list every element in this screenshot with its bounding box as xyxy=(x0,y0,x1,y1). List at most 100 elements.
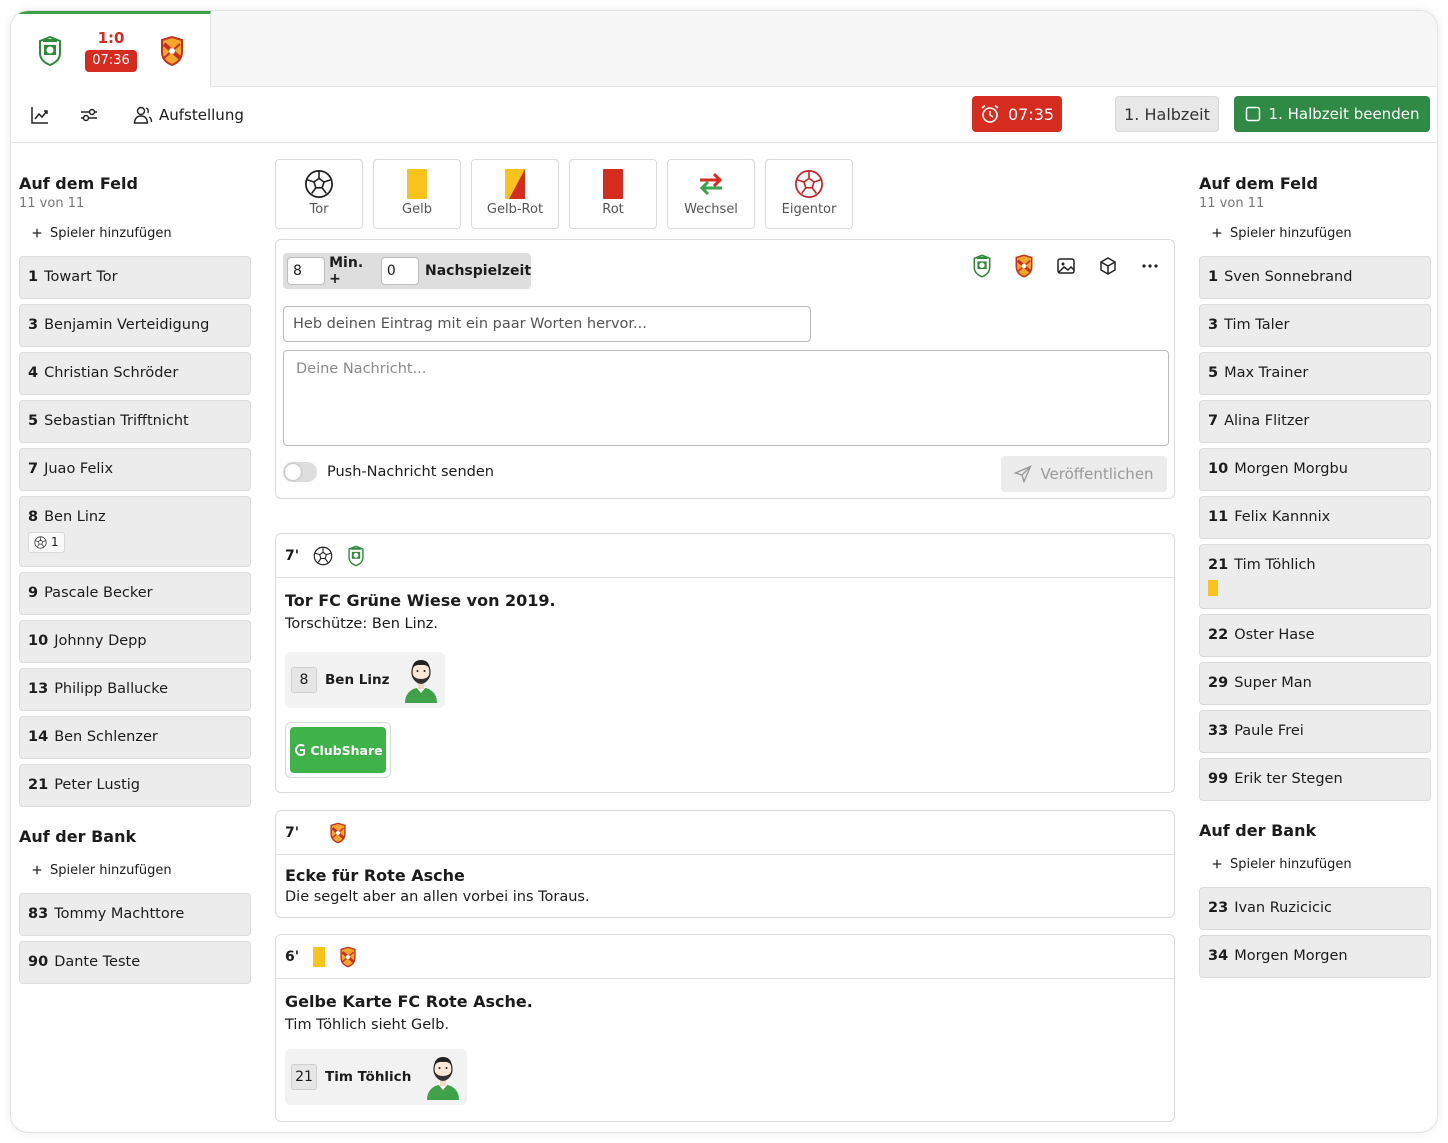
plus-icon xyxy=(1211,227,1223,239)
ball-icon xyxy=(34,536,47,549)
event-type-yellow-button[interactable]: Gelb xyxy=(373,159,461,229)
home-add-player-button[interactable]: Spieler hinzufügen xyxy=(19,223,251,243)
player-card[interactable]: 5 Sebastian Trifftnicht xyxy=(19,400,251,443)
player-number: 29 xyxy=(1208,675,1229,691)
event-type-red-button[interactable]: Rot xyxy=(569,159,657,229)
away-bench-add-player-button[interactable]: Spieler hinzufügen xyxy=(1199,854,1431,874)
event-type-substitution-button[interactable]: Wechsel xyxy=(667,159,755,229)
message-textarea[interactable]: Deine Nachricht... xyxy=(283,350,1169,446)
player-number: 7 xyxy=(1208,413,1219,429)
player-card[interactable]: 23 Ivan Ruzicicic xyxy=(1199,887,1431,930)
player-card[interactable]: 83 Tommy Machttore xyxy=(19,893,251,936)
player-card[interactable]: 10 Johnny Depp xyxy=(19,620,251,663)
match-clock-button[interactable]: 07:35 xyxy=(972,96,1062,132)
extra-time-input[interactable]: 0 xyxy=(380,257,419,285)
player-card[interactable]: 1 Sven Sonnebrand xyxy=(1199,256,1431,299)
away-add-player-button[interactable]: Spieler hinzufügen xyxy=(1199,223,1431,243)
event-type-yellow-red-button[interactable]: Gelb-Rot xyxy=(471,159,559,229)
goal-count: 1 xyxy=(51,535,59,549)
home-bench-add-player-button[interactable]: Spieler hinzufügen xyxy=(19,860,251,880)
player-card[interactable]: 8 Ben Linz 1 xyxy=(19,496,251,567)
player-card[interactable]: 5 Max Trainer xyxy=(1199,352,1431,395)
event-body: Ecke für Rote Asche Die segelt aber an a… xyxy=(276,855,1174,920)
player-name: Sven Sonnebrand xyxy=(1224,269,1353,285)
extra-time-label: Nachspielzeit xyxy=(425,263,532,279)
player-name: Erik ter Stegen xyxy=(1234,771,1343,787)
player-card[interactable]: 22 Oster Hase xyxy=(1199,614,1431,657)
more-options-icon[interactable] xyxy=(1140,256,1160,276)
player-card[interactable]: 99 Erik ter Stegen xyxy=(1199,758,1431,801)
player-name: Morgen Morgen xyxy=(1234,948,1348,964)
player-card[interactable]: 13 Philipp Ballucke xyxy=(19,668,251,711)
lineup-label: Aufstellung xyxy=(159,106,244,124)
sponsor-badge[interactable]: ClubShare xyxy=(285,722,391,778)
half-time-button[interactable]: 1. Halbzeit xyxy=(1115,96,1219,132)
player-name: Super Man xyxy=(1234,675,1312,691)
match-tab-bar: 1:0 07:36 xyxy=(11,11,1437,87)
away-team-crest-icon[interactable] xyxy=(1014,254,1034,278)
lineup-button[interactable]: Aufstellung xyxy=(133,103,244,127)
event-type-label: Gelb xyxy=(402,202,432,217)
player-name: Benjamin Verteidigung xyxy=(44,317,210,333)
event-type-own-goal-button[interactable]: Eigentor xyxy=(765,159,853,229)
player-name: Ben Linz xyxy=(44,509,106,525)
player-card[interactable]: 29 Super Man xyxy=(1199,662,1431,705)
player-avatar xyxy=(403,657,439,703)
player-name: Johnny Depp xyxy=(54,633,147,649)
push-notification-toggle[interactable] xyxy=(283,462,317,482)
headline-input[interactable]: Heb deinen Eintrag mit ein paar Worten h… xyxy=(283,306,811,342)
player-card[interactable]: 7 Alina Flitzer xyxy=(1199,400,1431,443)
player-name: Ivan Ruzicicic xyxy=(1234,900,1332,916)
match-time-badge: 07:36 xyxy=(85,50,137,72)
player-card[interactable]: 34 Morgen Morgen xyxy=(1199,935,1431,978)
event-card[interactable]: 6' Gelbe Karte FC Rote Asche. Tim Töhlic… xyxy=(275,934,1175,1122)
event-minute: 6' xyxy=(285,948,300,965)
end-half-button[interactable]: 1. Halbzeit beenden xyxy=(1234,96,1430,132)
settings-sliders-icon[interactable] xyxy=(79,105,99,125)
player-card[interactable]: 1 Towart Tor xyxy=(19,256,251,299)
player-number: 83 xyxy=(28,906,49,922)
player-card[interactable]: 3 Benjamin Verteidigung xyxy=(19,304,251,347)
player-card[interactable]: 10 Morgen Morgbu xyxy=(1199,448,1431,491)
player-card[interactable]: 7 Juao Felix xyxy=(19,448,251,491)
yellow-card-icon xyxy=(313,946,326,967)
player-name: Peter Lustig xyxy=(54,777,140,793)
player-card[interactable]: 3 Tim Taler xyxy=(1199,304,1431,347)
player-card[interactable]: 33 Paule Frei xyxy=(1199,710,1431,753)
red-card-icon xyxy=(603,169,623,199)
minute-input[interactable]: 8 xyxy=(287,257,326,285)
chart-icon[interactable] xyxy=(30,105,50,125)
cube-icon[interactable] xyxy=(1098,256,1118,276)
player-card[interactable]: 14 Ben Schlenzer xyxy=(19,716,251,759)
match-tab[interactable]: 1:0 07:36 xyxy=(11,11,211,87)
player-number: 11 xyxy=(1208,509,1229,525)
substitution-icon xyxy=(699,172,723,196)
player-card[interactable]: 21 Peter Lustig xyxy=(19,764,251,807)
player-name: Max Trainer xyxy=(1224,365,1309,381)
publish-button[interactable]: Veröffentlichen xyxy=(1001,456,1167,492)
event-type-label: Tor xyxy=(309,202,329,217)
player-chip[interactable]: 8 Ben Linz xyxy=(285,652,446,708)
player-card[interactable]: 4 Christian Schröder xyxy=(19,352,251,395)
player-name: Ben Schlenzer xyxy=(54,729,158,745)
player-card[interactable]: 11 Felix Kannnix xyxy=(1199,496,1431,539)
player-number: 34 xyxy=(1208,948,1229,964)
yellow-red-card-icon xyxy=(505,169,525,199)
player-card[interactable]: 90 Dante Teste xyxy=(19,941,251,984)
player-chip[interactable]: 21 Tim Töhlich xyxy=(285,1049,468,1105)
player-number: 9 xyxy=(28,585,39,601)
player-card[interactable]: 21 Tim Töhlich xyxy=(1199,544,1431,609)
player-number: 22 xyxy=(1208,627,1229,643)
player-number: 7 xyxy=(28,461,39,477)
player-name: Ben Linz xyxy=(325,672,390,688)
player-name: Tim Töhlich xyxy=(325,1069,412,1085)
add-player-label: Spieler hinzufügen xyxy=(50,225,172,241)
event-card[interactable]: 7' Ecke für Rote Asche Die segelt aber a… xyxy=(275,810,1175,918)
event-type-goal-button[interactable]: Tor xyxy=(275,159,363,229)
event-card[interactable]: 7' Tor FC Grüne Wiese von 2019. Torschüt… xyxy=(275,533,1175,793)
event-minute: 7' xyxy=(285,547,300,564)
home-team-crest-icon[interactable] xyxy=(972,254,992,278)
player-card[interactable]: 9 Pascale Becker xyxy=(19,572,251,615)
image-icon[interactable] xyxy=(1056,256,1076,276)
home-field-title: Auf dem Feld xyxy=(19,174,138,193)
